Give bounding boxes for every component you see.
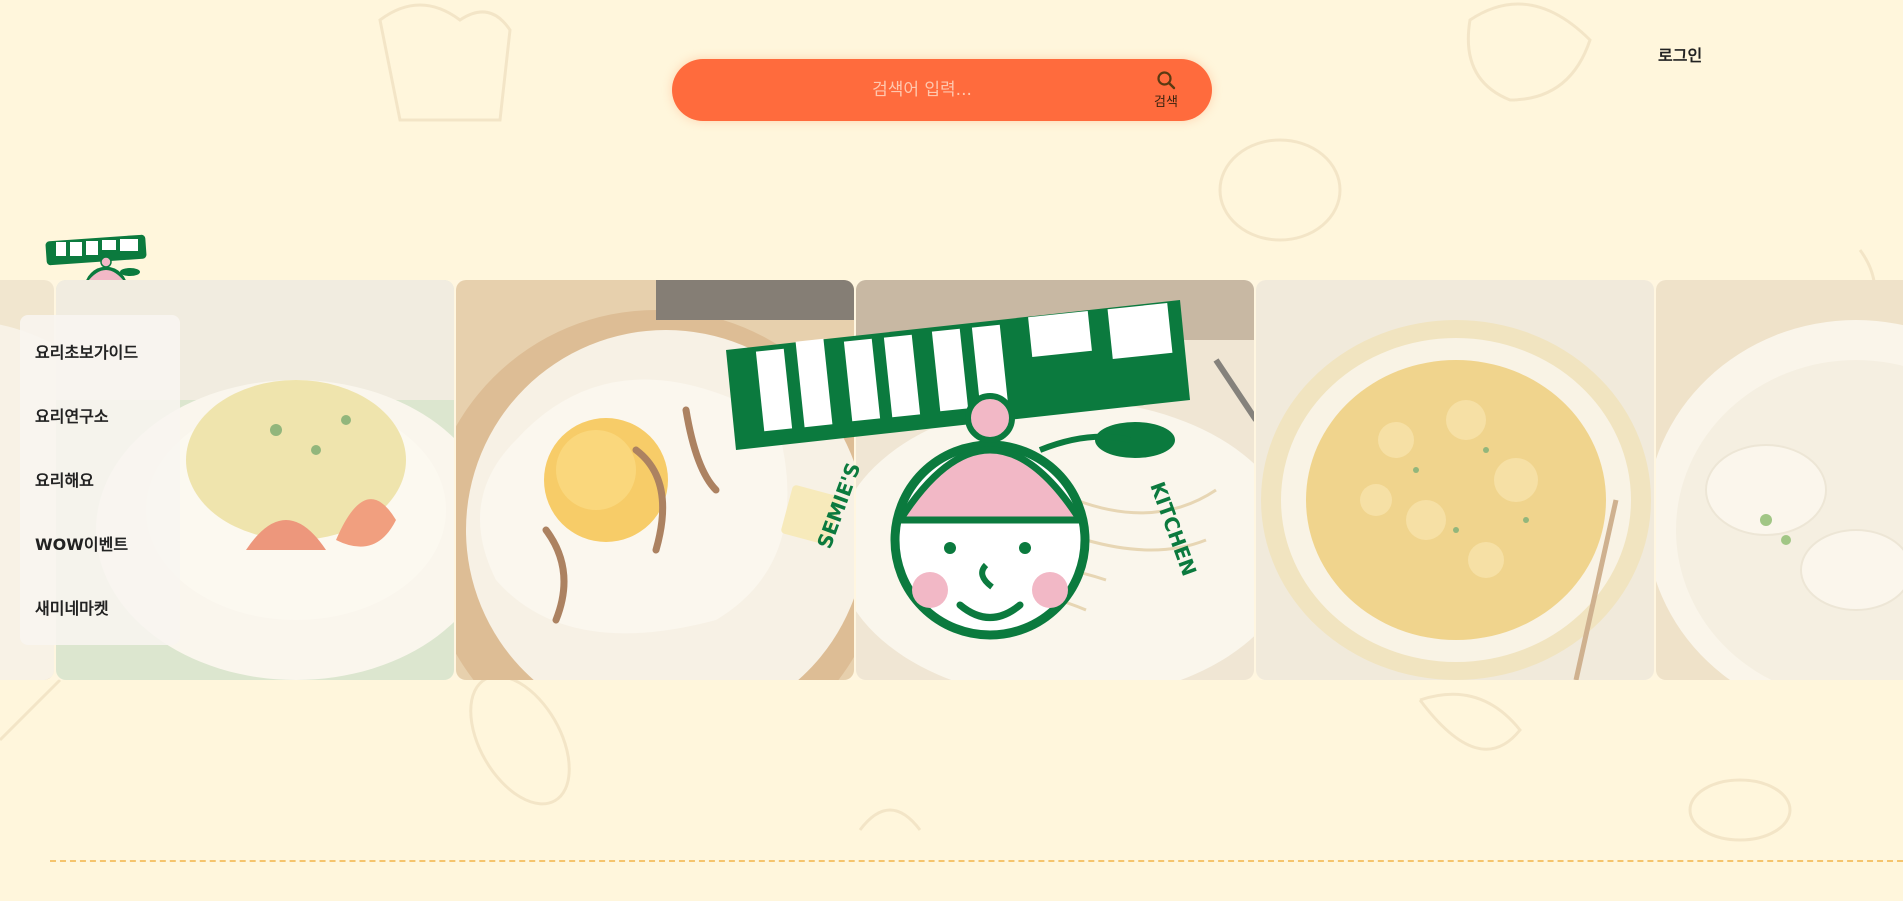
search-button[interactable]: 검색 bbox=[1138, 67, 1194, 113]
side-menu-item-market[interactable]: 새미네마켓 bbox=[20, 583, 180, 647]
svg-text:SEMIE'S: SEMIE'S bbox=[812, 459, 865, 551]
side-menu-item-beginner-guide[interactable]: 요리초보가이드 bbox=[20, 327, 180, 391]
carousel-slide[interactable] bbox=[1656, 280, 1903, 680]
search-button-label: 검색 bbox=[1154, 94, 1178, 109]
search-bar: 검색 bbox=[672, 59, 1212, 121]
svg-text:KITCHEN: KITCHEN bbox=[1145, 479, 1200, 580]
scrambled-tofu-egg-photo-icon bbox=[1256, 280, 1654, 680]
side-menu-item-lets-cook[interactable]: 요리해요 bbox=[20, 455, 180, 519]
search-input[interactable] bbox=[702, 69, 1142, 111]
hero-brand-logo: SEMIE'S KITCHEN bbox=[720, 290, 1202, 660]
side-menu-item-cooking-lab[interactable]: 요리연구소 bbox=[20, 391, 180, 455]
semies-kitchen-logo-icon: SEMIE'S KITCHEN bbox=[726, 300, 1202, 640]
carousel-slide[interactable] bbox=[1256, 280, 1654, 680]
login-link[interactable]: 로그인 bbox=[1658, 42, 1702, 66]
side-menu-item-wow-event[interactable]: WOW이벤트 bbox=[20, 519, 180, 583]
search-icon bbox=[1157, 71, 1176, 90]
side-menu: 요리초보가이드 요리연구소 요리해요 WOW이벤트 새미네마켓 bbox=[20, 315, 180, 645]
section-divider bbox=[50, 860, 1903, 862]
dumpling-soup-photo-icon bbox=[1656, 280, 1903, 680]
